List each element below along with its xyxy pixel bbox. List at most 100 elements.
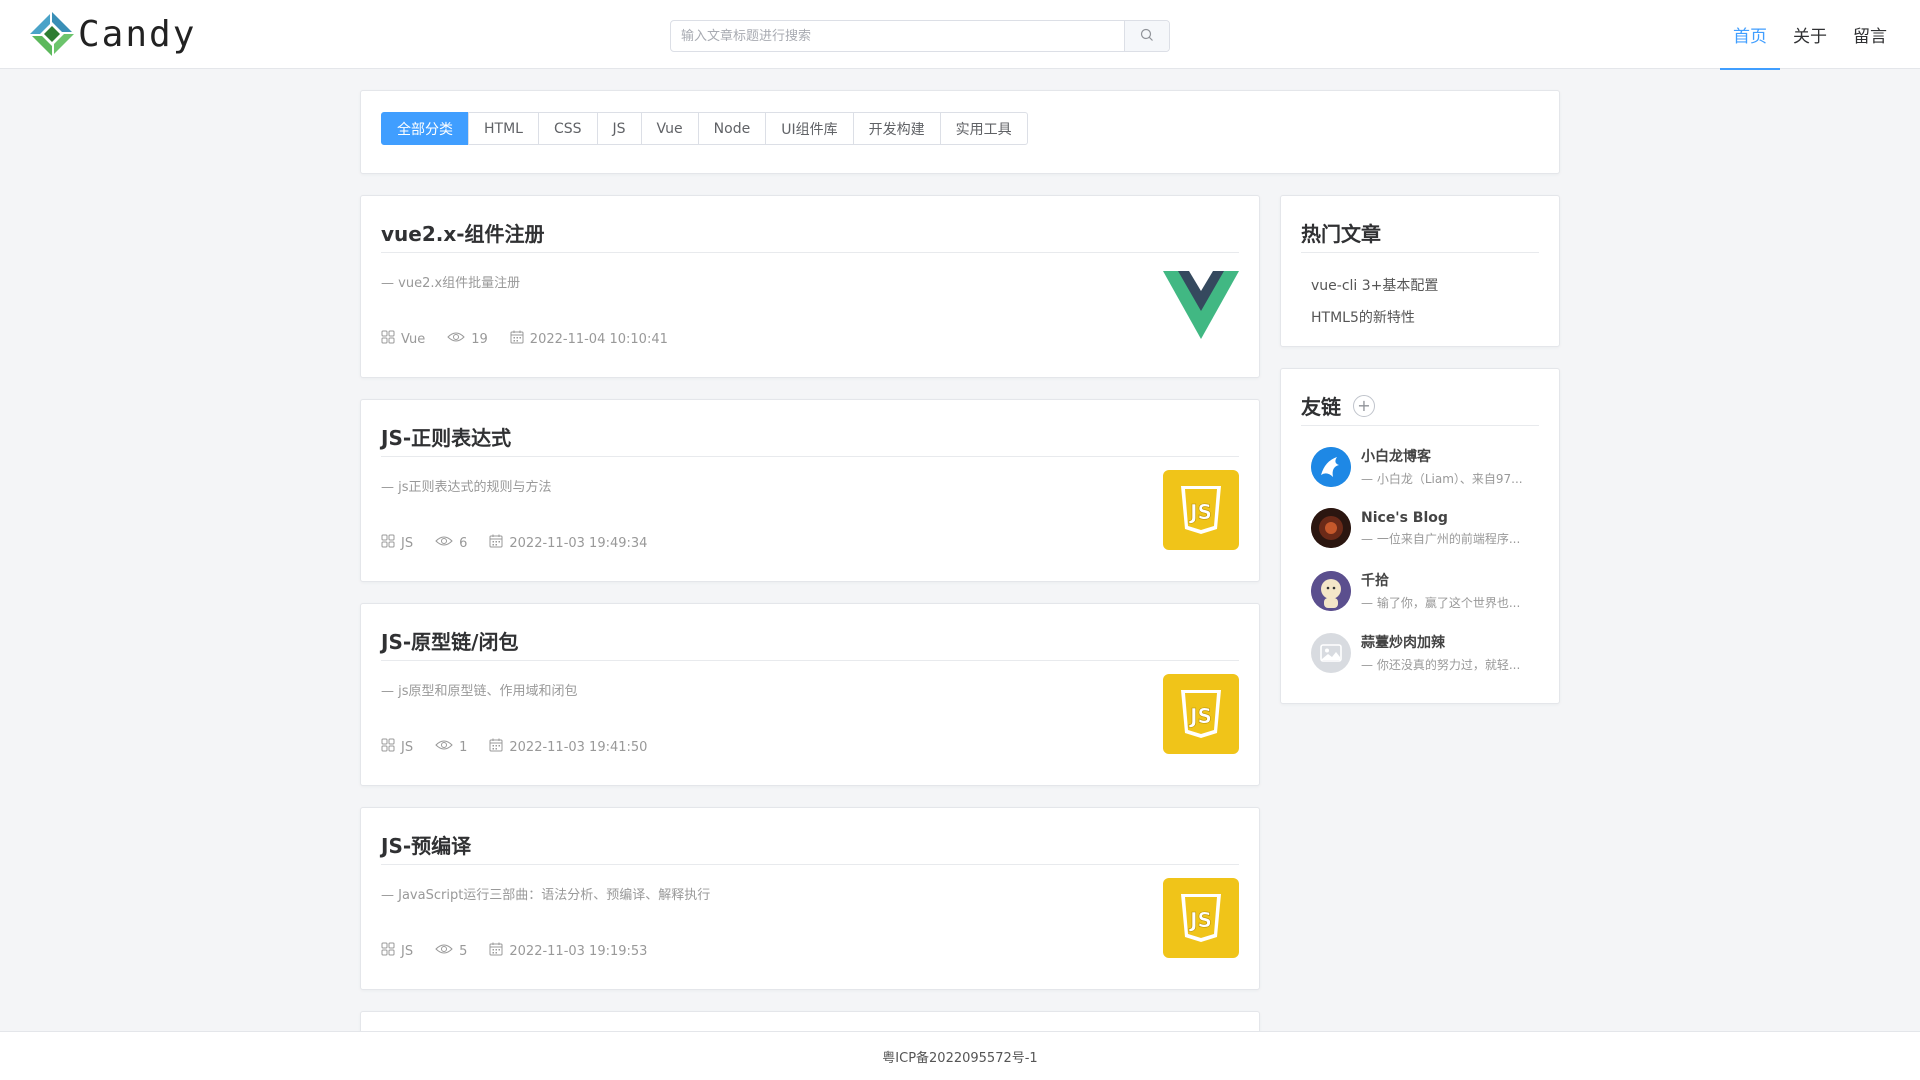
divider xyxy=(1301,425,1539,426)
image-placeholder-icon xyxy=(1311,632,1351,673)
divider xyxy=(381,660,1239,661)
calendar-icon xyxy=(489,738,509,756)
article-category[interactable]: Vue xyxy=(381,330,425,348)
friend-links-title: 友链 xyxy=(1301,395,1341,419)
hot-articles-card: 热门文章 vue-cli 3+基本配置 HTML5的新特性 xyxy=(1280,195,1560,347)
top-header: Candy 首页 关于 留言 xyxy=(0,0,1920,70)
category-tabs: 全部分类 HTML CSS JS Vue Node UI组件库 开发构建 实用工… xyxy=(381,112,1028,145)
js-logo-icon[interactable]: JS xyxy=(1163,674,1239,754)
js-logo-icon[interactable]: JS xyxy=(1163,878,1239,958)
article-category-label: JS xyxy=(401,739,414,755)
search-icon xyxy=(1140,27,1154,46)
article-date: 2022-11-04 10:10:41 xyxy=(510,330,668,348)
article-category[interactable]: JS xyxy=(381,738,413,756)
category-ui-lib[interactable]: UI组件库 xyxy=(765,112,854,145)
svg-text:JS: JS xyxy=(1188,500,1212,524)
article-date-text: 2022-11-04 10:10:41 xyxy=(529,331,668,347)
article-card[interactable]: JS-正则表达式 — js正则表达式的规则与方法 JS 6 2022-11-03… xyxy=(360,399,1260,582)
article-meta: JS 1 2022-11-03 19:41:50 xyxy=(381,738,669,756)
article-views-count: 5 xyxy=(459,943,468,959)
hot-article-link[interactable]: HTML5的新特性 xyxy=(1311,302,1438,334)
friend-name: 蒜薹炒肉加辣 xyxy=(1361,635,1445,651)
category-filter-card: 全部分类 HTML CSS JS Vue Node UI组件库 开发构建 实用工… xyxy=(360,90,1560,174)
article-title[interactable]: JS-预编译 xyxy=(381,830,471,859)
friend-link-item[interactable]: 千拾 — 输了你，赢了这个世界也... xyxy=(1311,570,1520,611)
friend-name: Nice's Blog xyxy=(1361,509,1448,526)
article-date: 2022-11-03 19:49:34 xyxy=(489,534,647,552)
category-grid-icon xyxy=(381,942,401,960)
friend-name: 千拾 xyxy=(1361,573,1389,589)
vue-logo-icon[interactable] xyxy=(1163,266,1239,346)
svg-text:JS: JS xyxy=(1188,704,1212,728)
friend-desc: — 你还没真的努力过，就轻... xyxy=(1361,658,1521,672)
article-date-text: 2022-11-03 19:41:50 xyxy=(509,739,648,755)
article-views-count: 1 xyxy=(459,739,468,755)
friend-name: 小白龙博客 xyxy=(1361,449,1431,465)
add-friend-link-button[interactable]: + xyxy=(1353,394,1375,417)
article-date-text: 2022-11-03 19:49:34 xyxy=(509,535,648,551)
article-category-label: JS xyxy=(401,943,414,959)
article-views-count: 6 xyxy=(459,535,468,551)
article-category[interactable]: JS xyxy=(381,534,413,552)
eye-icon xyxy=(435,739,459,755)
category-all[interactable]: 全部分类 xyxy=(381,112,469,145)
article-meta: JS 5 2022-11-03 19:19:53 xyxy=(381,942,669,960)
article-card[interactable]: JS-原型链/闭包 — js原型和原型链、作用域和闭包 JS 1 2022-11… xyxy=(360,603,1260,786)
search-bar xyxy=(670,20,1170,52)
nav-home[interactable]: 首页 xyxy=(1720,0,1780,70)
category-node[interactable]: Node xyxy=(697,112,767,145)
category-css[interactable]: CSS xyxy=(537,112,598,145)
article-title[interactable]: JS-正则表达式 xyxy=(381,422,511,451)
divider xyxy=(381,864,1239,865)
hot-article-link[interactable]: vue-cli 3+基本配置 xyxy=(1311,270,1438,302)
calendar-icon xyxy=(489,942,509,960)
article-views: 19 xyxy=(447,331,488,347)
article-desc: — js原型和原型链、作用域和闭包 xyxy=(381,684,578,699)
article-category-label: Vue xyxy=(401,331,426,347)
article-title[interactable]: JS-原型链/闭包 xyxy=(381,626,518,655)
search-button[interactable] xyxy=(1124,21,1169,51)
svg-text:JS: JS xyxy=(1188,908,1212,932)
eye-icon xyxy=(447,331,471,347)
category-dev-build[interactable]: 开发构建 xyxy=(852,112,941,145)
article-card[interactable]: JS-预编译 — JavaScript运行三部曲：语法分析、预编译、解释执行 J… xyxy=(360,807,1260,990)
category-html[interactable]: HTML xyxy=(468,112,539,145)
avatar xyxy=(1311,508,1351,548)
site-footer: 粤ICP备2022095572号-1 xyxy=(0,1031,1920,1080)
divider xyxy=(1301,252,1539,253)
article-views: 1 xyxy=(435,739,467,755)
article-views-count: 19 xyxy=(471,331,488,347)
eye-icon xyxy=(435,943,459,959)
category-grid-icon xyxy=(381,534,401,552)
category-tools[interactable]: 实用工具 xyxy=(939,112,1028,145)
friend-link-item[interactable]: 小白龙博客 — 小白龙（Liam）、来自97... xyxy=(1311,446,1523,487)
calendar-icon xyxy=(510,330,530,348)
article-desc: — vue2.x组件批量注册 xyxy=(381,276,521,291)
friend-link-item[interactable]: Nice's Blog — 一位来自广州的前端程序... xyxy=(1311,508,1520,548)
category-vue[interactable]: Vue xyxy=(640,112,699,145)
hot-articles-list: vue-cli 3+基本配置 HTML5的新特性 xyxy=(1311,270,1438,334)
friend-desc: — 一位来自广州的前端程序... xyxy=(1361,531,1521,546)
divider xyxy=(381,252,1239,253)
article-desc: — js正则表达式的规则与方法 xyxy=(381,480,552,495)
article-card[interactable]: vue2.x-组件注册 — vue2.x组件批量注册 Vue 19 2022-1… xyxy=(360,195,1260,378)
article-views: 5 xyxy=(435,943,467,959)
site-logo[interactable]: Candy xyxy=(28,10,196,58)
article-category-label: JS xyxy=(401,535,414,551)
icp-record-link[interactable]: 粤ICP备2022095572号-1 xyxy=(882,1047,1037,1066)
article-meta: Vue 19 2022-11-04 10:10:41 xyxy=(381,330,690,348)
friend-links-header: 友链 + xyxy=(1301,391,1375,420)
category-grid-icon xyxy=(381,738,401,756)
search-input[interactable] xyxy=(671,21,1124,51)
category-js[interactable]: JS xyxy=(596,112,642,145)
article-title[interactable]: vue2.x-组件注册 xyxy=(381,218,545,247)
category-grid-icon xyxy=(381,330,401,348)
js-logo-icon[interactable]: JS xyxy=(1163,470,1239,550)
avatar xyxy=(1311,446,1351,487)
friend-link-item[interactable]: 蒜薹炒肉加辣 — 你还没真的努力过，就轻... xyxy=(1311,632,1520,673)
nav-message[interactable]: 留言 xyxy=(1840,0,1900,69)
nav-about[interactable]: 关于 xyxy=(1780,0,1840,69)
article-date: 2022-11-03 19:19:53 xyxy=(489,942,647,960)
article-category[interactable]: JS xyxy=(381,942,413,960)
article-meta: JS 6 2022-11-03 19:49:34 xyxy=(381,534,669,552)
